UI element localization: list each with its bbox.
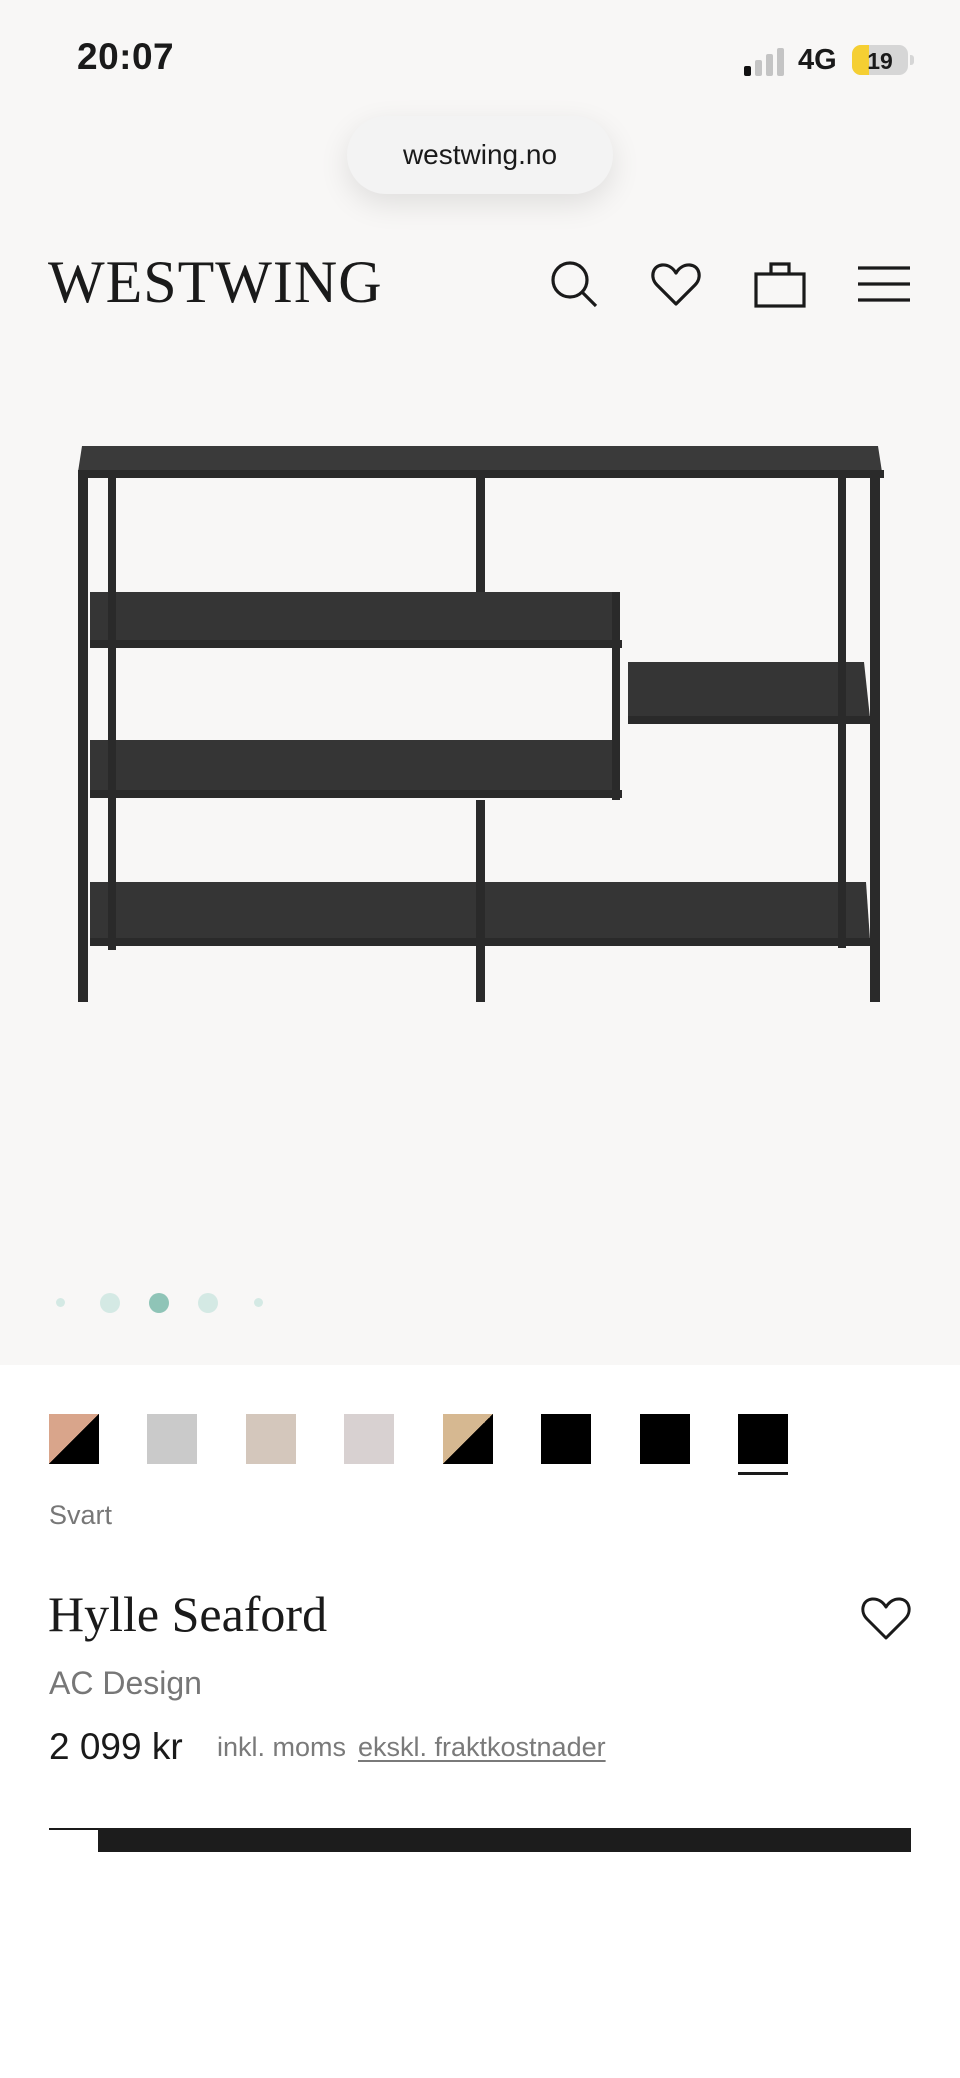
url-text: westwing.no (402, 139, 558, 170)
shipping-costs-link[interactable]: ekskl. fraktkostnader (358, 1732, 606, 1763)
product-brand[interactable]: AC Design (49, 1665, 202, 1702)
carousel-dot-5[interactable] (254, 1298, 263, 1307)
tax-note: inkl. moms (217, 1732, 347, 1762)
product-title: Hylle Seaford (48, 1586, 328, 1642)
search-icon[interactable] (546, 256, 602, 312)
carousel-dot-3-active[interactable] (149, 1293, 169, 1313)
swatch-black-2[interactable] (640, 1414, 690, 1464)
swatch-black-selected[interactable] (738, 1414, 788, 1464)
shopping-bag-icon[interactable] (752, 256, 808, 312)
swatch-light-taupe[interactable] (344, 1414, 394, 1464)
status-time: 20:07 (77, 36, 175, 77)
swatch-grey[interactable] (147, 1414, 197, 1464)
add-to-wishlist-button[interactable] (858, 1591, 914, 1643)
network-label: 4G (798, 44, 837, 76)
westwing-logo[interactable]: WESTWING (48, 248, 383, 317)
battery-level: 19 (867, 48, 893, 74)
swatch-black-1[interactable] (541, 1414, 591, 1464)
menu-icon[interactable] (856, 256, 912, 312)
swatch-oak-black[interactable] (443, 1414, 493, 1464)
battery-tip (910, 55, 914, 65)
battery-icon: 19 (852, 45, 908, 75)
address-bar[interactable]: westwing.no (347, 116, 613, 194)
divider (49, 1828, 98, 1830)
swatch-selected-indicator (738, 1472, 788, 1475)
carousel-dot-2[interactable] (100, 1293, 120, 1313)
carousel-dot-1[interactable] (56, 1298, 65, 1307)
carousel-dot-4[interactable] (198, 1293, 218, 1313)
wishlist-heart-icon[interactable] (648, 256, 704, 312)
selected-color-name: Svart (49, 1500, 113, 1530)
product-image[interactable] (60, 430, 900, 1010)
add-to-cart-button[interactable] (98, 1828, 911, 1852)
swatch-beige[interactable] (246, 1414, 296, 1464)
product-price: 2 099 kr (49, 1726, 183, 1767)
swatch-copper-black[interactable] (49, 1414, 99, 1464)
signal-icon (744, 46, 786, 76)
